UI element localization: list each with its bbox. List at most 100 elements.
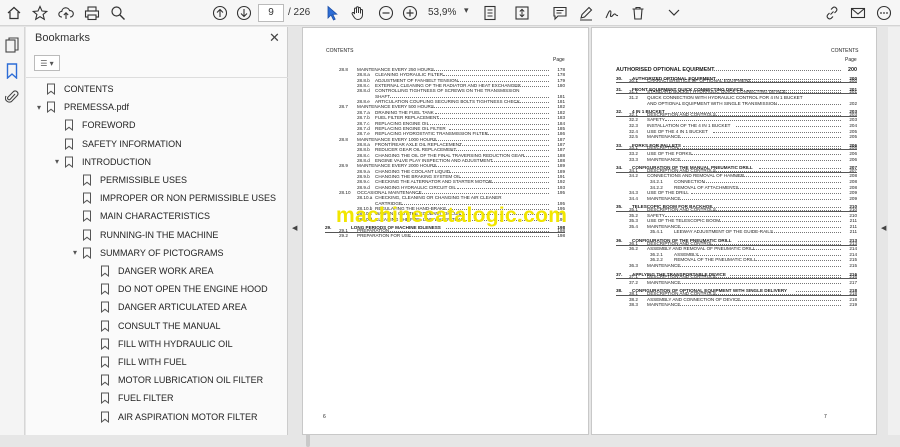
- more-options-icon[interactable]: [874, 3, 894, 23]
- toc-leader-dots: [778, 89, 841, 94]
- bookmark-star-icon[interactable]: [30, 3, 50, 23]
- draw-signature-icon[interactable]: [602, 3, 622, 23]
- bookmark-item[interactable]: FUEL FILTER: [88, 389, 174, 407]
- bookmark-item[interactable]: DANGER ARTICULATED AREA: [88, 298, 247, 316]
- toc-leader-dots: [522, 153, 549, 157]
- toc-title: LEEWAY ADJUSTMENT OF THE GUIDE-RAILS: [674, 229, 774, 235]
- toc-title: PREPARATION FOR USE: [357, 232, 411, 238]
- toc-leader-dots: [678, 224, 841, 228]
- toc-leader-dots: [448, 126, 549, 130]
- bookmark-item[interactable]: PERMISSIBLE USES: [70, 171, 187, 189]
- bookmark-item[interactable]: ▾ PREMESSA.pdf: [34, 98, 129, 116]
- toc-leader-dots: [747, 78, 841, 83]
- select-cursor-icon[interactable]: [322, 3, 342, 23]
- upload-cloud-icon[interactable]: [56, 3, 76, 23]
- bookmark-item[interactable]: FOREWORD: [52, 116, 136, 134]
- toc-leader-dots: [678, 157, 841, 161]
- toc-title: MAINTENANCE: [647, 195, 681, 201]
- toc-title: MAINTENANCE: [647, 263, 681, 268]
- page-number-input[interactable]: 9: [258, 4, 284, 22]
- toc-page-number: 202: [849, 100, 857, 106]
- scroll-mode-icon[interactable]: [512, 3, 532, 23]
- bookmark-item[interactable]: MAIN CHARACTERISTICS: [70, 207, 210, 225]
- toc-leader-dots: [712, 112, 841, 116]
- toc-leader-dots: [771, 229, 841, 234]
- bookmark-item[interactable]: RUNNING-IN THE MACHINE: [70, 226, 218, 244]
- bookmark-label: INTRODUCTION: [82, 156, 151, 167]
- attachments-icon[interactable]: [4, 89, 20, 105]
- bookmark-item[interactable]: FILL WITH HYDRAULIC OIL: [88, 335, 233, 353]
- toc-leader-dots: [678, 263, 841, 267]
- bookmarks-panel-icon[interactable]: [4, 63, 20, 79]
- chevron-down-icon[interactable]: ▾: [70, 248, 80, 257]
- toc-title: MAINTENANCE: [647, 134, 681, 140]
- toc-leader-dots: [430, 121, 549, 125]
- toc-leader-dots: [514, 99, 549, 104]
- print-icon[interactable]: [82, 3, 102, 23]
- chevron-down-icon[interactable]: ▾: [52, 157, 62, 166]
- toc-leader-dots: [691, 151, 841, 155]
- zoom-dropdown-icon[interactable]: ▾: [464, 5, 469, 16]
- bookmark-item[interactable]: MOTOR LUBRICATION OIL FILTER: [88, 371, 263, 389]
- collapse-panel-icon[interactable]: ◀: [292, 224, 297, 232]
- bookmark-item[interactable]: FILL WITH FUEL: [88, 353, 187, 371]
- bookmark-item[interactable]: ▾ SUMMARY OF PICTOGRAMS: [70, 244, 224, 262]
- bookmark-options-button[interactable]: ☰ ▾: [34, 55, 60, 71]
- bookmark-icon: [101, 265, 109, 277]
- page-footer-number: 7: [824, 414, 827, 420]
- watermark-text: machinecatalogic.com: [336, 204, 568, 227]
- toc-leader-dots: [717, 218, 841, 223]
- chevron-down-icon[interactable]: ▾: [34, 103, 44, 112]
- toc-leader-dots: [712, 274, 841, 279]
- close-icon[interactable]: ✕: [269, 30, 280, 46]
- toc-leader-dots: [664, 117, 841, 122]
- zoom-in-icon[interactable]: [400, 3, 420, 23]
- fit-page-icon[interactable]: [480, 3, 500, 23]
- toc-leader-dots: [712, 207, 841, 211]
- toc-leader-dots: [456, 185, 549, 189]
- toc-page-number: 211: [849, 229, 857, 235]
- bookmark-label: SAFETY INFORMATION: [82, 138, 182, 149]
- toc-title: AND OPTIONAL EQUIPMENT WITH SINGLE TRANS…: [647, 100, 777, 106]
- bookmark-item[interactable]: CONSULT THE MANUAL: [88, 317, 221, 335]
- delete-trash-icon[interactable]: [628, 3, 648, 23]
- toc-title: MAINTENANCE: [647, 302, 681, 308]
- toc-leader-dots: [678, 280, 841, 284]
- share-link-icon[interactable]: [822, 3, 842, 23]
- bookmark-item[interactable]: ▾ INTRODUCTION: [52, 153, 151, 171]
- toc-leader-dots: [490, 158, 549, 162]
- bookmark-item[interactable]: DANGER WORK AREA: [88, 262, 214, 280]
- highlight-pen-icon[interactable]: [576, 3, 596, 23]
- toc-leader-dots: [664, 213, 841, 217]
- bookmark-item[interactable]: AIR ASPIRATION MOTOR FILTER: [88, 408, 258, 426]
- bookmark-item[interactable]: CONTENTS: [34, 80, 114, 98]
- home-icon[interactable]: [4, 3, 24, 23]
- more-tools-icon[interactable]: [664, 3, 684, 23]
- zoom-search-icon[interactable]: [108, 3, 128, 23]
- toc-title: MAINTENANCE: [647, 279, 681, 285]
- toc-page-number: 219: [849, 302, 857, 308]
- hand-tool-icon[interactable]: [348, 3, 368, 23]
- toc-page-number: 215: [849, 263, 857, 268]
- bookmark-icon: [65, 119, 73, 132]
- page-down-icon[interactable]: [234, 3, 254, 23]
- bookmark-item[interactable]: DO NOT OPEN THE ENGINE HOOD: [88, 280, 268, 298]
- toc-page-number: 195: [557, 190, 565, 196]
- bookmark-label: MOTOR LUBRICATION OIL FILTER: [118, 375, 264, 386]
- divider: [26, 77, 288, 78]
- page-up-icon[interactable]: [210, 3, 230, 23]
- toc-leader-dots: [736, 297, 841, 301]
- zoom-out-icon[interactable]: [376, 3, 396, 23]
- toc-leader-dots: [697, 252, 841, 256]
- bookmark-item[interactable]: SAFETY INFORMATION: [52, 135, 182, 153]
- page-column-label: Page: [845, 57, 857, 63]
- zoom-level[interactable]: 53,9%: [428, 7, 456, 18]
- expand-panel-icon[interactable]: ◀: [881, 224, 886, 232]
- email-icon[interactable]: [848, 3, 868, 23]
- bookmark-item[interactable]: IMPROPER OR NON PERMISSIBLE USES: [70, 189, 276, 207]
- toc-leader-dots: [691, 190, 841, 195]
- bookmark-icon: [83, 247, 91, 259]
- toc-leader-dots: [409, 233, 549, 237]
- page-thumbnails-icon[interactable]: [4, 37, 20, 53]
- comment-icon[interactable]: [550, 3, 570, 23]
